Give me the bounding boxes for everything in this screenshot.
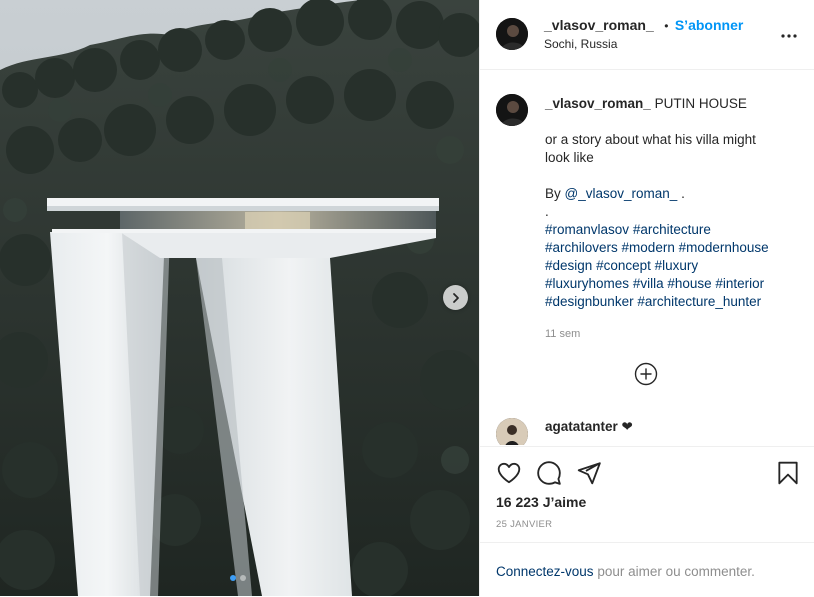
chevron-right-icon (450, 292, 462, 304)
comment-text: ❤ (621, 419, 633, 434)
hashtag-link[interactable]: #design (545, 258, 592, 273)
hashtag-link[interactable]: #house (667, 276, 711, 291)
login-prompt: Connectez-vous pour aimer ou commenter. (480, 542, 814, 597)
author-username[interactable]: _vlasov_roman_ (544, 17, 654, 33)
more-options-icon (781, 25, 797, 43)
save-button[interactable] (775, 460, 801, 486)
comment-button[interactable] (536, 460, 562, 486)
hashtag-link[interactable]: #luxury (655, 258, 699, 273)
hashtag-link[interactable]: #luxuryhomes (545, 276, 629, 291)
caption-body: _vlasov_roman_ PUTIN HOUSE or a story ab… (545, 95, 795, 343)
plus-circle-icon (634, 362, 658, 390)
like-count[interactable]: 16 223 J’aime (496, 494, 586, 510)
post-date[interactable]: 25 JANVIER (496, 519, 552, 530)
follow-separator: • (664, 19, 669, 33)
follow-button[interactable]: S’abonner (675, 17, 743, 33)
carousel-indicator (230, 575, 246, 581)
hashtag-link[interactable]: #modernhouse (679, 240, 769, 255)
caption-dot: . (545, 204, 549, 219)
caption-line: or a story about what his villa might (545, 132, 756, 147)
post-image[interactable] (0, 0, 479, 596)
commenter-avatar[interactable] (496, 418, 528, 445)
caption-avatar[interactable] (496, 94, 528, 126)
author-avatar[interactable] (496, 18, 528, 50)
login-link[interactable]: Connectez-vous (496, 564, 594, 579)
bookmark-icon (775, 461, 801, 490)
post-location[interactable]: Sochi, Russia (544, 37, 617, 51)
share-icon (576, 462, 602, 490)
mention-link[interactable]: @_vlasov_roman_ (565, 186, 678, 201)
carousel-dot (240, 575, 246, 581)
commenter-username[interactable]: agatatanter (545, 419, 618, 434)
post-header: _vlasov_roman_ • S’abonner Sochi, Russia (480, 0, 814, 70)
hashtag-link[interactable]: #romanvlasov (545, 222, 629, 237)
caption-title: PUTIN HOUSE (654, 96, 747, 111)
post-side-panel: _vlasov_roman_ • S’abonner Sochi, Russia… (479, 0, 814, 596)
caption-by-suffix: . (681, 186, 685, 201)
hashtag-link[interactable]: #modern (622, 240, 675, 255)
hashtag-link[interactable]: #architecture_hunter (637, 294, 761, 309)
hashtag-link[interactable]: #villa (633, 276, 664, 291)
like-button[interactable] (496, 460, 522, 486)
load-more-comments-button[interactable] (634, 362, 658, 386)
hashtag-link[interactable]: #concept (596, 258, 651, 273)
post-actions: 16 223 J’aime 25 JANVIER Connectez-vous … (480, 446, 814, 596)
caption-author[interactable]: _vlasov_roman_ (545, 96, 651, 111)
comment-icon (536, 461, 562, 490)
villa-photo (0, 0, 479, 596)
comment-item: agatatanter ❤ (496, 415, 796, 445)
login-prompt-text: pour aimer ou commenter. (597, 564, 755, 579)
hashtag-link[interactable]: #interior (715, 276, 764, 291)
hashtag-link[interactable]: #architecture (633, 222, 711, 237)
carousel-dot-current (230, 575, 236, 581)
hashtag-link[interactable]: #designbunker (545, 294, 634, 309)
heart-icon (496, 462, 522, 490)
caption-timestamp[interactable]: 11 sem (545, 325, 795, 343)
hashtag-link[interactable]: #archilovers (545, 240, 618, 255)
more-options-button[interactable] (779, 24, 799, 44)
caption-line: look like (545, 150, 594, 165)
share-button[interactable] (576, 460, 602, 486)
caption-by-prefix: By (545, 186, 561, 201)
carousel-next-button[interactable] (443, 285, 468, 310)
